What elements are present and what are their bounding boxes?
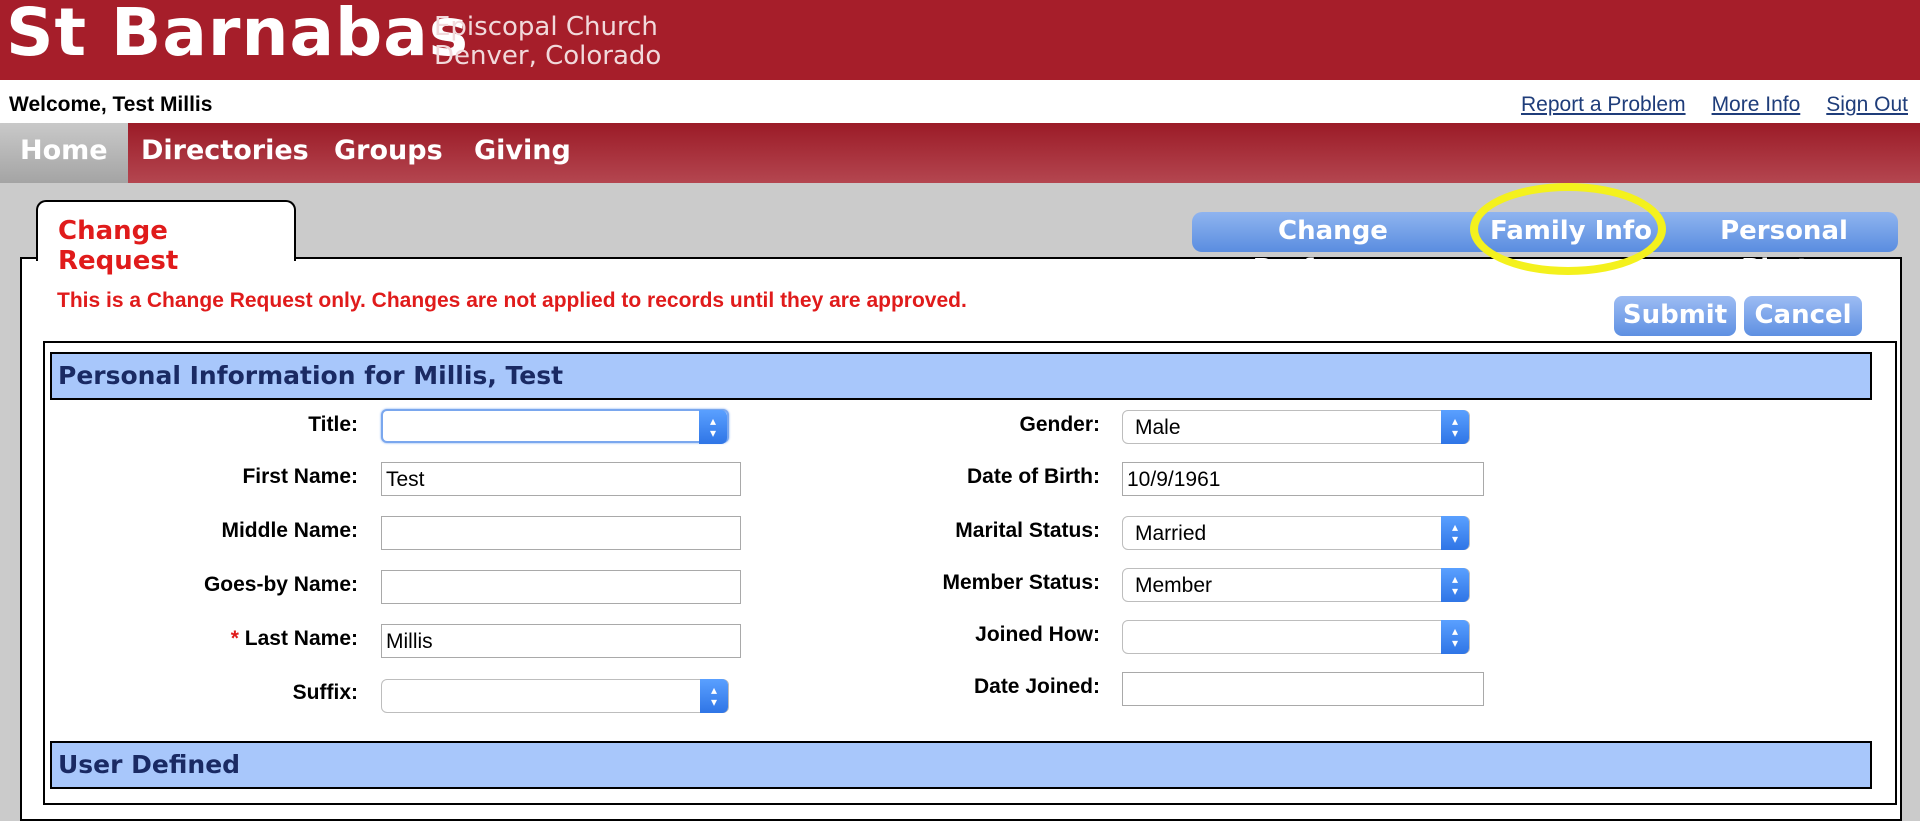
tab-personal-photo[interactable]: Personal Photo — [1674, 212, 1894, 284]
marital-status-label: Marital Status: — [955, 519, 1100, 542]
member-status-label: Member Status: — [942, 571, 1100, 594]
chevron-updown-icon: ▴ ▾ — [699, 410, 727, 444]
section-personal-info: Personal Information for Millis, Test — [50, 352, 1872, 400]
section-user-defined-title: User Defined — [58, 750, 241, 779]
joined-how-select[interactable]: ▴ ▾ — [1122, 620, 1470, 654]
title-select[interactable]: ▴ ▾ — [381, 409, 729, 444]
first-name-field[interactable]: Test — [381, 462, 741, 496]
cancel-button[interactable]: Cancel — [1744, 296, 1862, 336]
chevron-updown-icon: ▴ ▾ — [1441, 516, 1469, 550]
suffix-label: Suffix: — [292, 681, 358, 704]
gender-select-value: Male — [1135, 416, 1181, 439]
nav-home[interactable]: Home — [0, 123, 128, 183]
submit-button[interactable]: Submit — [1614, 296, 1736, 336]
top-links: Report a Problem More Info Sign Out — [1521, 93, 1908, 117]
main-nav: Home Directories Groups Giving — [0, 123, 1920, 183]
tab-change-request[interactable]: Change Request — [36, 200, 296, 276]
suffix-select[interactable]: ▴ ▾ — [381, 679, 729, 713]
church-name: St Barnabas — [6, 0, 470, 71]
nav-groups[interactable]: Groups — [334, 123, 443, 183]
member-status-select-value: Member — [1135, 574, 1213, 597]
nav-directories[interactable]: Directories — [141, 123, 309, 183]
required-marker: * — [230, 627, 239, 650]
date-of-birth-field[interactable]: 10/9/1961 — [1122, 462, 1484, 496]
change-request-notice: This is a Change Request only. Changes a… — [57, 289, 967, 312]
first-name-label: First Name: — [242, 465, 358, 488]
section-personal-info-title: Personal Information for Millis, Test — [58, 361, 564, 390]
last-name-label-text: Last Name: — [244, 627, 358, 650]
marital-status-select[interactable]: Married ▴ ▾ — [1122, 516, 1470, 550]
gender-label: Gender: — [1019, 413, 1100, 436]
church-subtitle: Episcopal Church Denver, Colorado — [434, 13, 661, 71]
goes-by-name-field[interactable] — [381, 570, 741, 604]
section-user-defined: User Defined — [50, 741, 1872, 789]
church-subtitle-line2: Denver, Colorado — [434, 41, 662, 71]
more-info-link[interactable]: More Info — [1712, 93, 1801, 117]
chevron-updown-icon: ▴ ▾ — [1441, 410, 1469, 444]
last-name-field[interactable]: Millis — [381, 624, 741, 658]
last-name-label: * Last Name: — [231, 627, 358, 651]
chevron-updown-icon: ▴ ▾ — [700, 679, 728, 713]
goes-by-name-label: Goes-by Name: — [203, 573, 358, 596]
middle-name-field[interactable] — [381, 516, 741, 550]
joined-how-label: Joined How: — [975, 623, 1100, 646]
date-joined-label: Date Joined: — [973, 675, 1100, 698]
site-banner: St Barnabas Episcopal Church Denver, Col… — [0, 0, 1920, 80]
tab-change-preference[interactable]: Change Preference — [1200, 212, 1466, 284]
title-label: Title: — [308, 413, 358, 436]
church-subtitle-line1: Episcopal Church — [434, 12, 658, 42]
nav-giving[interactable]: Giving — [474, 123, 571, 183]
highlight-annotation — [1470, 183, 1666, 275]
sign-out-link[interactable]: Sign Out — [1826, 93, 1908, 117]
tab-change-request-label: Change Request — [58, 216, 179, 276]
date-of-birth-label: Date of Birth: — [967, 465, 1100, 488]
welcome-text: Welcome, Test Millis — [9, 93, 213, 116]
report-problem-link[interactable]: Report a Problem — [1521, 93, 1686, 117]
chevron-updown-icon: ▴ ▾ — [1441, 568, 1469, 602]
gender-select[interactable]: Male ▴ ▾ — [1122, 410, 1470, 444]
middle-name-label: Middle Name: — [221, 519, 358, 542]
member-status-select[interactable]: Member ▴ ▾ — [1122, 568, 1470, 602]
marital-status-select-value: Married — [1135, 522, 1207, 545]
date-joined-field[interactable] — [1122, 672, 1484, 706]
chevron-updown-icon: ▴ ▾ — [1441, 620, 1469, 654]
